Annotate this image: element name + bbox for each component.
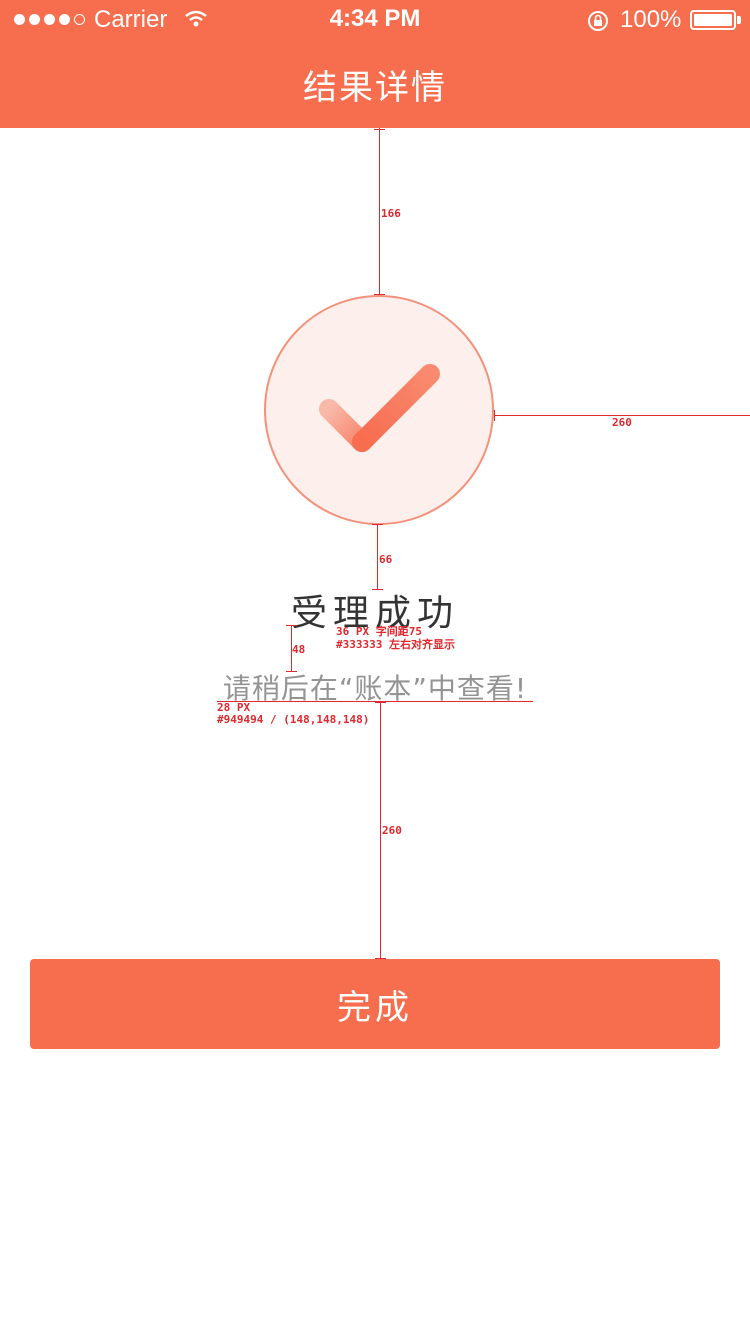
battery-tip — [737, 16, 741, 24]
annotation-title-color: #333333 左右对齐显示 — [336, 638, 455, 651]
annotation-right-gap: 260 — [612, 416, 632, 429]
annotation-line-top — [379, 128, 380, 295]
annotation-line-bottom — [380, 702, 381, 959]
annotation-tick — [372, 524, 383, 525]
annotation-text-gap: 48 — [292, 643, 306, 656]
battery-percentage: 100% — [620, 6, 682, 33]
annotation-tick — [286, 625, 297, 626]
status-bar: Carrier 4:34 PM 100% — [0, 0, 750, 40]
annotation-icon-gap: 66 — [379, 553, 393, 566]
annotation-tick — [375, 702, 386, 703]
annotation-bottom-gap: 260 — [382, 824, 402, 837]
done-button[interactable]: 完成 — [30, 959, 720, 1049]
nav-bar: 结果详情 — [0, 40, 750, 128]
annotation-tick — [494, 410, 495, 421]
annotation-subtitle-color: #949494 / (148,148,148) — [217, 713, 370, 726]
annotation-tick — [374, 129, 385, 130]
annotation-title-spec: 36 PX 字间距75 — [336, 625, 422, 638]
rotation-lock-icon — [588, 11, 608, 31]
battery-icon — [690, 10, 736, 30]
page-title: 结果详情 — [303, 67, 447, 108]
checkmark-icon — [319, 364, 440, 452]
success-circle — [264, 295, 494, 525]
annotation-top-gap: 166 — [381, 207, 401, 220]
annotation-line-icon-gap — [377, 524, 378, 590]
